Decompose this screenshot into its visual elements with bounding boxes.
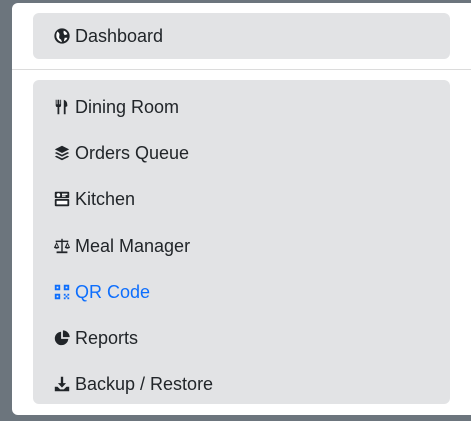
qrcode-icon (53, 283, 71, 301)
menu-item-label: Reports (75, 328, 139, 349)
menu-item-label: Kitchen (75, 189, 136, 210)
menu-item-kitchen[interactable]: Kitchen (33, 176, 450, 222)
download-icon (53, 375, 71, 393)
menu-item-dining-room[interactable]: Dining Room (33, 84, 450, 130)
menu-item-label: QR Code (75, 281, 151, 302)
globe-icon (53, 27, 71, 45)
pie-chart-icon (53, 329, 71, 347)
menu-item-label: Meal Manager (75, 235, 191, 256)
dashboard-label: Dashboard (75, 26, 164, 46)
menu-item-qr-code[interactable]: QR Code (33, 269, 450, 315)
dashboard-item[interactable]: Dashboard (33, 13, 450, 59)
menu-list: Dining Room Orders Queue Kitchen Meal Ma… (33, 80, 450, 404)
menu-item-backup-restore[interactable]: Backup / Restore (33, 361, 450, 407)
layers-icon (53, 144, 71, 162)
menu-item-orders-queue[interactable]: Orders Queue (33, 130, 450, 176)
menu-panel: Dashboard Dining Room Orders Queue Kitch… (12, 3, 471, 415)
menu-item-meal-manager[interactable]: Meal Manager (33, 223, 450, 269)
menu-item-label: Orders Queue (75, 143, 190, 164)
menu-item-reports[interactable]: Reports (33, 315, 450, 361)
menu-item-label: Backup / Restore (75, 374, 214, 395)
divider (12, 69, 471, 70)
utensils-icon (53, 98, 71, 116)
menu-item-label: Dining Room (75, 97, 180, 118)
kitchen-icon (53, 190, 71, 208)
scale-icon (53, 237, 71, 255)
